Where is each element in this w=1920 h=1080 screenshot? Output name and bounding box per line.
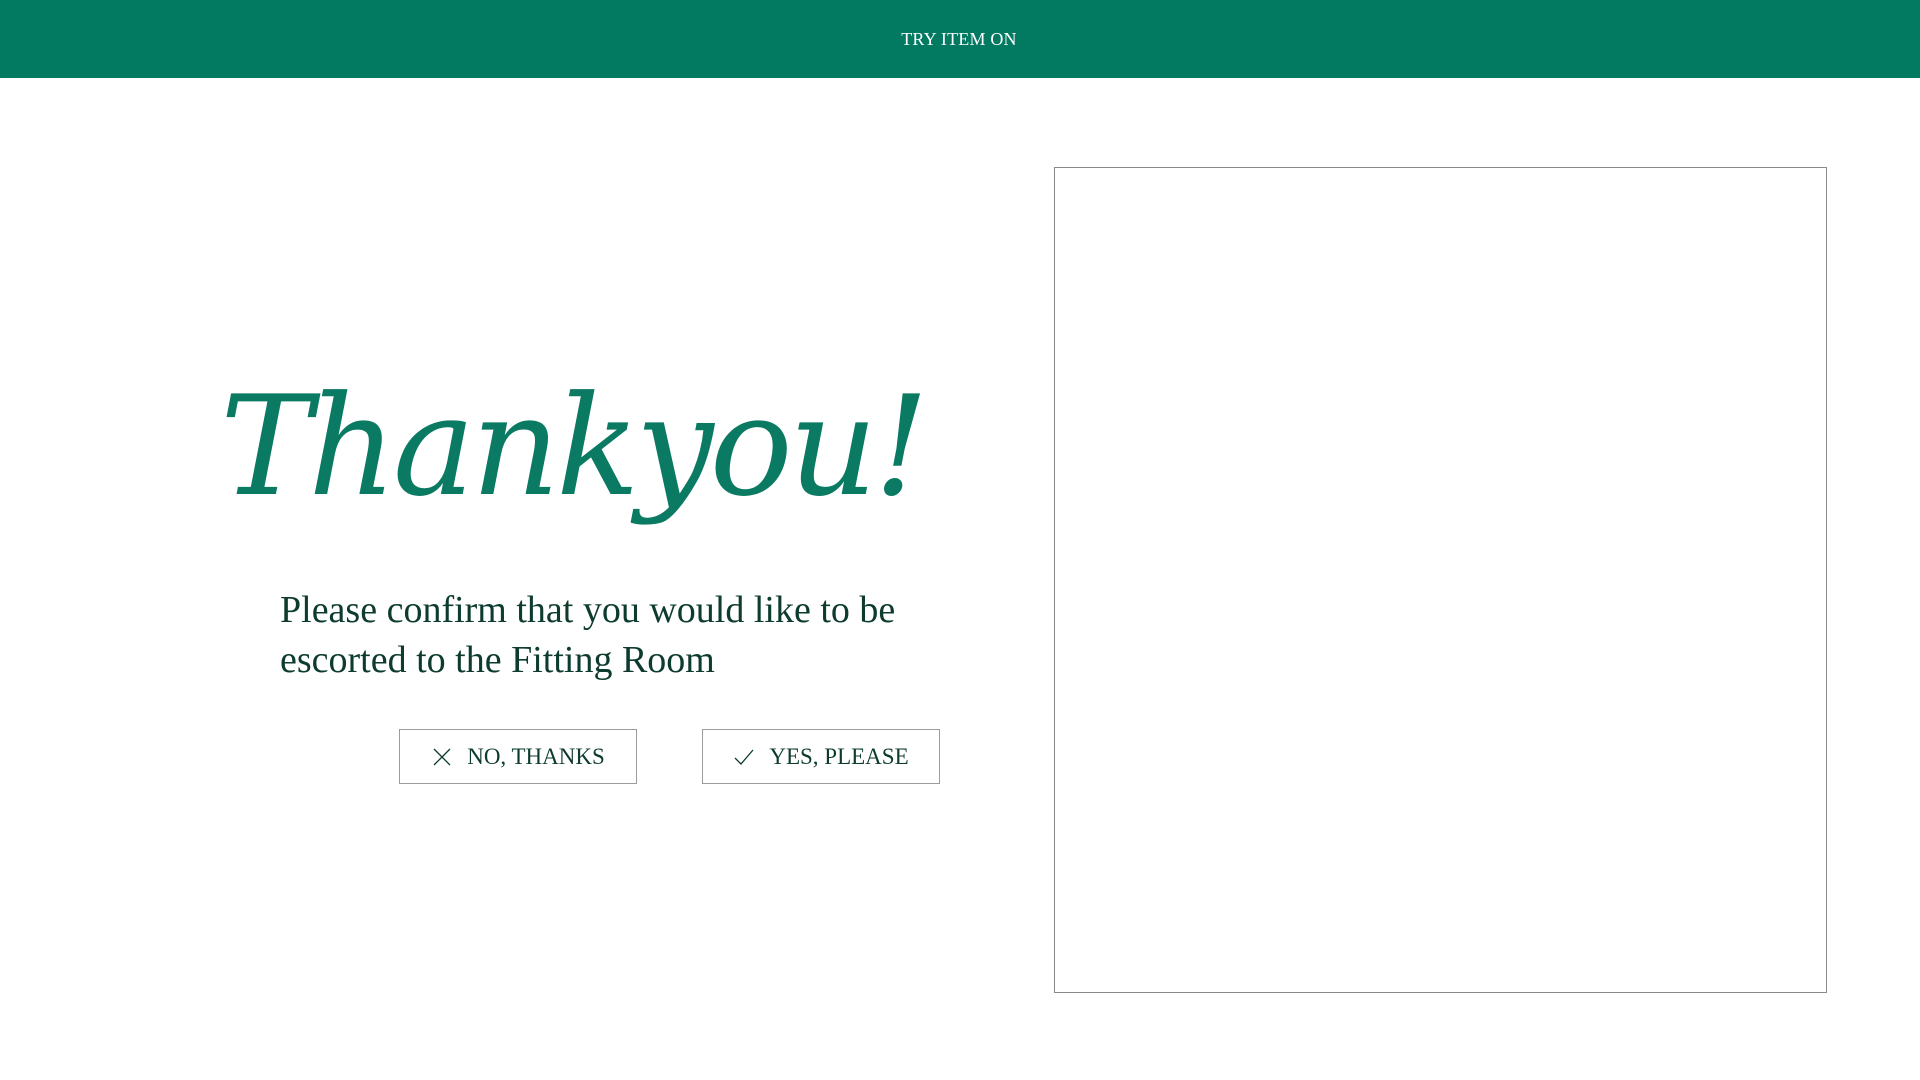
- yes-please-label: YES, PLEASE: [769, 743, 909, 769]
- page: TRY ITEM ON Thankyou! Please confirm tha…: [0, 0, 1920, 1080]
- header-title: TRY ITEM ON: [901, 28, 1017, 49]
- thank-you-heading: Thankyou!: [220, 366, 929, 527]
- header-bar: TRY ITEM ON: [0, 0, 1920, 78]
- close-icon: [431, 746, 453, 768]
- yes-please-button[interactable]: YES, PLEASE: [702, 729, 940, 784]
- no-thanks-label: NO, THANKS: [467, 743, 605, 769]
- no-thanks-button[interactable]: NO, THANKS: [399, 729, 637, 784]
- checkmark-icon: [733, 746, 755, 768]
- try-on-preview-panel: [1054, 167, 1827, 993]
- confirmation-message: Please confirm that you would like to be…: [280, 589, 896, 681]
